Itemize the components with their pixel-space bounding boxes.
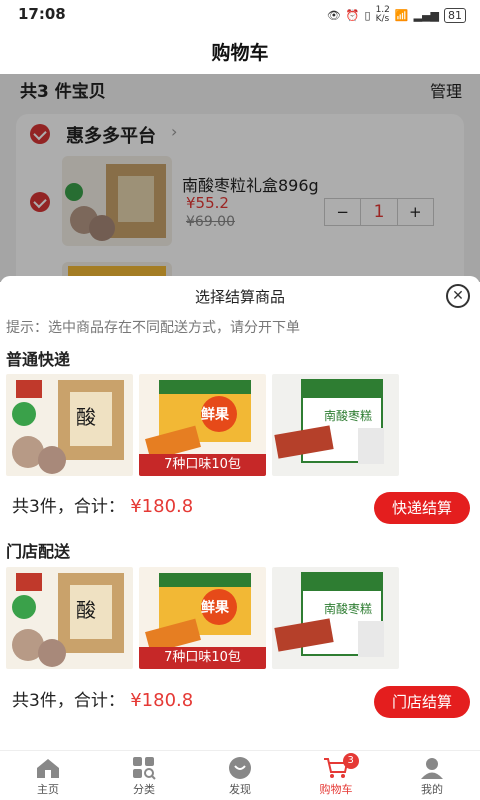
- total-price: ¥180.8: [130, 690, 194, 711]
- svg-text:南酸枣糕: 南酸枣糕: [324, 601, 372, 616]
- nav-item-home[interactable]: 主页: [0, 751, 96, 800]
- discover-icon: [229, 757, 251, 779]
- status-bar: 17:08 👁 ⏰ ▯ 1.2 K/s 📶 ▂▄▆ 81: [0, 0, 480, 30]
- product-image: 酸: [12, 380, 124, 474]
- total-prefix: 共3件，合计：: [12, 497, 125, 517]
- thumb-row-express: 酸 鲜果 7种口味10包 南酸枣糕: [6, 374, 399, 476]
- cart-badge: 3: [342, 753, 359, 769]
- product-thumbnail[interactable]: 酸: [6, 567, 133, 669]
- product-thumbnail[interactable]: 南酸枣糕: [272, 567, 399, 669]
- svg-text:鲜果: 鲜果: [201, 406, 230, 423]
- thumb-caption: 7种口味10包: [139, 454, 266, 476]
- sheet-title: 选择结算商品: [194, 288, 285, 306]
- eye-icon: 👁: [326, 8, 341, 22]
- product-image: 酸: [12, 573, 124, 667]
- svg-text:鲜果: 鲜果: [201, 599, 230, 616]
- store-checkout-button[interactable]: 门店结算: [374, 686, 470, 718]
- signal-icon: ▂▄▆: [413, 8, 439, 22]
- total-price: ¥180.8: [130, 496, 194, 517]
- dim-overlay[interactable]: [0, 74, 480, 282]
- nav-item-mine[interactable]: 我的: [384, 751, 480, 800]
- svg-text:南酸枣糕: 南酸枣糕: [324, 408, 372, 423]
- nav-item-discover[interactable]: 发现: [192, 751, 288, 800]
- bottom-nav: 主页 分类 发现 3 购物车 我的: [0, 750, 480, 800]
- wifi-icon: 📶: [394, 8, 409, 22]
- checkout-sheet: 选择结算商品 ✕ 提示：选中商品存在不同配送方式，请分开下单 普通快递 酸 鲜果: [0, 276, 480, 750]
- nav-item-category[interactable]: 分类: [96, 751, 192, 800]
- sheet-hint: 提示：选中商品存在不同配送方式，请分开下单: [6, 320, 300, 336]
- alarm-icon: ⏰: [345, 8, 360, 22]
- svg-text:酸: 酸: [76, 405, 96, 429]
- total-express: 共3件，合计： ¥180.8: [12, 492, 193, 517]
- user-icon: [421, 758, 443, 779]
- total-prefix: 共3件，合计：: [12, 691, 125, 711]
- express-checkout-button[interactable]: 快递结算: [374, 492, 470, 524]
- header: 购物车: [0, 30, 480, 74]
- status-time: 17:08: [18, 5, 66, 23]
- product-image: 南酸枣糕: [274, 572, 384, 657]
- status-icons: 👁 ⏰ ▯ 1.2 K/s 📶 ▂▄▆ 81: [327, 6, 466, 24]
- product-thumbnail[interactable]: 鲜果 7种口味10包: [139, 374, 266, 476]
- nav-label-category: 分类: [133, 783, 155, 796]
- vibrate-icon: ▯: [364, 8, 371, 22]
- thumb-caption: 7种口味10包: [139, 647, 266, 669]
- section-title-store: 门店配送: [6, 542, 71, 561]
- page-title: 购物车: [211, 42, 269, 64]
- home-icon: [37, 759, 59, 778]
- nav-label-mine: 我的: [421, 783, 443, 796]
- total-store: 共3件，合计： ¥180.8: [12, 686, 193, 711]
- product-thumbnail[interactable]: 南酸枣糕: [272, 374, 399, 476]
- nav-label-cart: 购物车: [319, 783, 353, 796]
- battery-icon: 81: [444, 7, 466, 23]
- product-thumbnail[interactable]: 酸: [6, 374, 133, 476]
- thumb-row-store: 酸 鲜果 7种口味10包 南酸枣糕: [6, 567, 399, 669]
- category-icon: [133, 757, 156, 780]
- svg-text:酸: 酸: [76, 598, 96, 622]
- section-title-express: 普通快递: [6, 350, 71, 369]
- close-icon[interactable]: ✕: [446, 284, 470, 308]
- product-thumbnail[interactable]: 鲜果 7种口味10包: [139, 567, 266, 669]
- product-image: 南酸枣糕: [274, 379, 384, 464]
- nav-label-discover: 发现: [229, 783, 251, 796]
- nav-item-cart[interactable]: 3 购物车: [288, 751, 384, 800]
- nav-label-home: 主页: [37, 783, 59, 796]
- net-speed: 1.2 K/s: [375, 5, 390, 24]
